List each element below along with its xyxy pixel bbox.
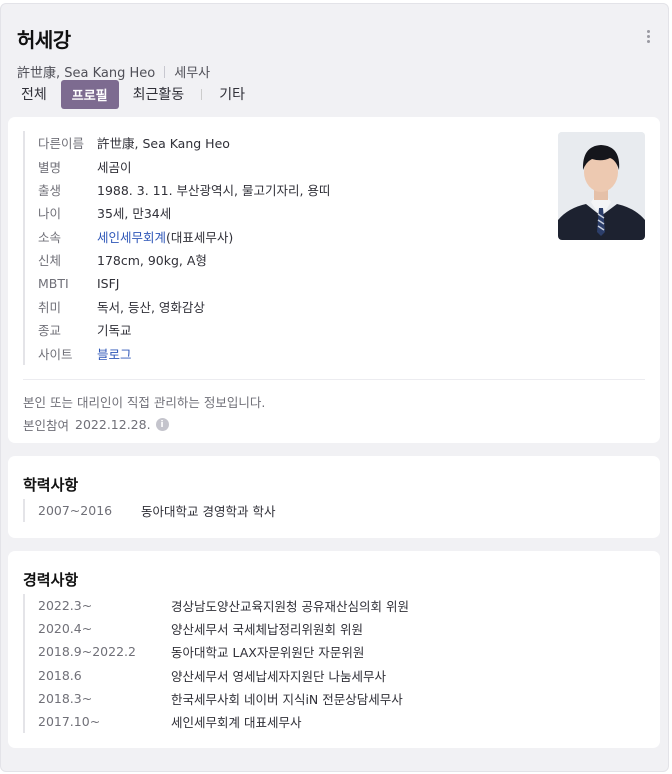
career-text: 양산세무서 영세납세자지원단 나눔세무사 (171, 668, 386, 684)
more-options-icon[interactable] (647, 30, 651, 44)
info-value: 독서, 등산, 영화감상 (97, 299, 205, 315)
info-key: 종교 (38, 323, 62, 339)
career-period: 2017.10~ (38, 714, 101, 730)
info-row-religion: 종교 기독교 (38, 318, 330, 341)
career-period: 2018.3~ (38, 690, 93, 706)
occupation: 세무사 (174, 66, 211, 81)
tab-all[interactable]: 전체 (17, 84, 51, 104)
info-key: 소속 (38, 229, 62, 245)
education-title: 학력사항 (23, 476, 79, 494)
info-key: 사이트 (38, 346, 73, 362)
hanja-english-name: 許世康, Sea Kang Heo (17, 66, 156, 81)
info-icon[interactable]: i (155, 418, 169, 431)
education-period: 2007~2016 (38, 503, 113, 519)
tab-divider (201, 88, 203, 100)
career-row: 2022.3~ 경상남도양산교육지원청 공유재산심의회 위원 (38, 594, 409, 617)
info-key: MBTI (38, 275, 69, 291)
info-key: 신체 (38, 253, 62, 269)
career-text: 양산세무서 국세체납정리위원회 위원 (171, 622, 363, 638)
divider (164, 65, 166, 78)
person-name: 허세강 (17, 28, 71, 52)
info-value: 세인세무회계(대표세무사) (97, 227, 233, 246)
info-row-birth: 출생 1988. 3. 11. 부산광역시, 물고기자리, 용띠 (38, 178, 330, 201)
self-managed-notice: 본인 또는 대리인이 직접 관리하는 정보입니다. (23, 395, 266, 410)
career-period: 2018.6 (38, 667, 82, 683)
profile-header: 허세강 許世康, Sea Kang Heo 세무사 (17, 24, 657, 81)
career-row: 2020.4~ 양산세무서 국세체납정리위원회 위원 (38, 617, 409, 640)
career-text: 동아대학교 LAX자문위원단 자문위원 (171, 645, 365, 661)
career-row: 2017.10~ 세인세무회계 대표세무사 (38, 710, 409, 733)
info-divider (23, 379, 645, 380)
tab-profile[interactable]: 프로필 (60, 79, 119, 109)
affiliation-link[interactable]: 세인세무회계 (97, 230, 166, 245)
career-period: 2018.9~2022.2 (38, 644, 136, 660)
info-row-affiliation: 소속 세인세무회계(대표세무사) (38, 225, 330, 248)
info-row-hobby: 취미 독서, 등산, 영화감상 (38, 295, 330, 318)
info-row-mbti: MBTI ISFJ (38, 271, 330, 294)
info-key: 별명 (38, 159, 62, 175)
info-value: 許世康, Sea Kang Heo (97, 136, 230, 152)
info-row-nickname: 별명 세곰이 (38, 154, 330, 177)
affiliation-role: (대표세무사) (166, 229, 234, 245)
career-period: 2020.4~ (38, 621, 93, 637)
profile-subline: 許世康, Sea Kang Heo 세무사 (17, 62, 657, 81)
profile-photo-image (558, 132, 645, 240)
career-row: 2018.6 양산세무서 영세납세자지원단 나눔세무사 (38, 664, 409, 687)
profile-info-card: 다른이름 許世康, Sea Kang Heo 별명 세곰이 출생 1988. 3… (8, 117, 660, 443)
info-row-age: 나이 35세, 만34세 (38, 201, 330, 224)
info-key: 출생 (38, 182, 62, 198)
education-card: 학력사항 2007~2016 동아대학교 경영학과 학사 (8, 456, 660, 538)
career-period: 2022.3~ (38, 598, 93, 614)
info-value: 세곰이 (97, 159, 132, 175)
joined-label: 본인참여 (23, 418, 70, 433)
info-key: 다른이름 (38, 136, 85, 152)
info-list: 다른이름 許世康, Sea Kang Heo 별명 세곰이 출생 1988. 3… (23, 131, 330, 365)
tab-recent-activity[interactable]: 최근활동 (129, 84, 189, 104)
tab-bar: 전체 프로필 최근활동 기타 (17, 79, 249, 109)
education-list: 2007~2016 동아대학교 경영학과 학사 (23, 499, 275, 523)
career-row: 2018.3~ 한국세무사회 네이버 지식iN 전문상담세무사 (38, 687, 409, 710)
education-row: 2007~2016 동아대학교 경영학과 학사 (38, 499, 275, 522)
education-text: 동아대학교 경영학과 학사 (141, 504, 276, 520)
info-value: 기독교 (97, 323, 132, 339)
info-value: ISFJ (97, 275, 120, 291)
info-value: 1988. 3. 11. 부산광역시, 물고기자리, 용띠 (97, 182, 331, 198)
career-row: 2018.9~2022.2 동아대학교 LAX자문위원단 자문위원 (38, 640, 409, 663)
info-value: 178cm, 90kg, A형 (97, 253, 207, 269)
career-text: 세인세무회계 대표세무사 (171, 715, 302, 731)
info-row-body: 신체 178cm, 90kg, A형 (38, 248, 330, 271)
info-row-other-name: 다른이름 許世康, Sea Kang Heo (38, 131, 330, 154)
career-text: 경상남도양산교육지원청 공유재산심의회 위원 (171, 599, 409, 615)
tab-etc[interactable]: 기타 (215, 84, 249, 104)
info-key: 나이 (38, 206, 62, 222)
info-key: 취미 (38, 299, 62, 315)
career-title: 경력사항 (23, 571, 79, 589)
info-row-site: 사이트 블로그 (38, 342, 330, 365)
joined-date: 2022.12.28. (75, 417, 151, 432)
self-participation: 본인참여 2022.12.28. i (23, 415, 169, 434)
info-value: 35세, 만34세 (97, 206, 172, 222)
blog-link[interactable]: 블로그 (97, 344, 132, 363)
profile-photo[interactable] (558, 132, 645, 240)
career-list: 2022.3~ 경상남도양산교육지원청 공유재산심의회 위원 2020.4~ 양… (23, 594, 409, 734)
career-text: 한국세무사회 네이버 지식iN 전문상담세무사 (171, 691, 403, 707)
career-card: 경력사항 2022.3~ 경상남도양산교육지원청 공유재산심의회 위원 2020… (8, 551, 660, 748)
